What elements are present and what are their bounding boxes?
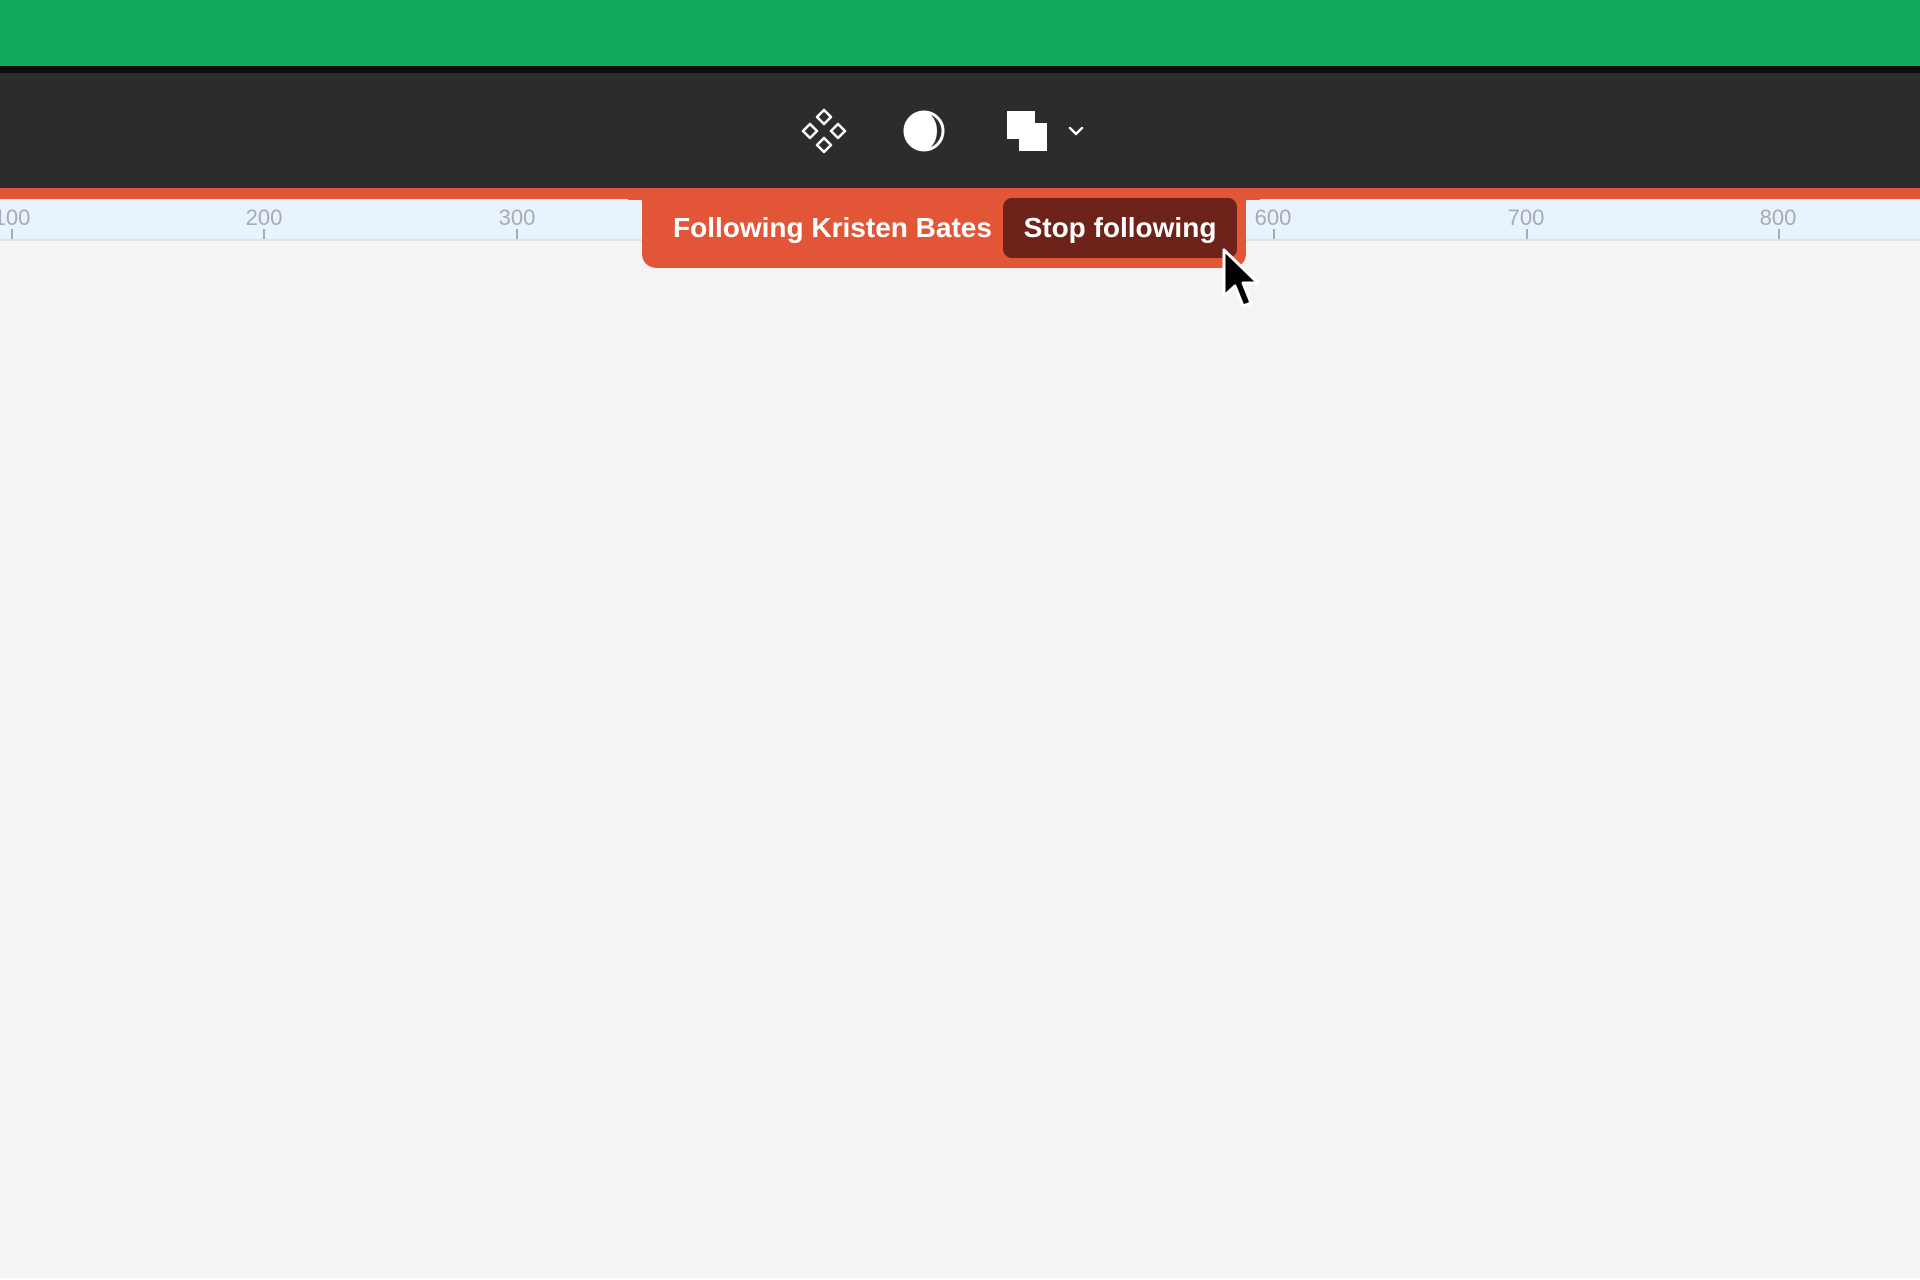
- ruler-label: 100: [0, 205, 31, 230]
- boolean-operations-button[interactable]: [996, 97, 1092, 165]
- ruler-label: 700: [1507, 205, 1545, 230]
- mouse-pointer-icon: [1222, 248, 1260, 308]
- ruler-tick: [516, 229, 518, 239]
- stop-following-button[interactable]: Stop following: [1003, 198, 1237, 258]
- contrast-button[interactable]: [890, 97, 958, 165]
- app-window: 100 200 300 600 700 800 Following Kriste…: [0, 0, 1920, 1280]
- following-user-label: Following Kristen Bates: [673, 212, 992, 243]
- chevron-down-icon: [1068, 126, 1084, 136]
- ruler-label: 800: [1759, 205, 1797, 230]
- canvas[interactable]: [0, 241, 1920, 1280]
- toolbar: [0, 73, 1920, 188]
- ruler-tick: [263, 229, 265, 239]
- ruler-label: 200: [245, 205, 283, 230]
- boolean-operations-icon: [1007, 111, 1047, 151]
- ruler-tick: [1778, 229, 1780, 239]
- ruler-label: 600: [1254, 205, 1292, 230]
- ruler-tick: [1526, 229, 1528, 239]
- components-button[interactable]: [790, 97, 858, 165]
- ruler-label: 300: [498, 205, 536, 230]
- ruler-tick: [1273, 229, 1275, 239]
- top-bar: [0, 0, 1920, 66]
- contrast-icon: [903, 110, 945, 152]
- components-icon: [801, 108, 847, 154]
- top-bar-divider: [0, 66, 1920, 73]
- ruler-tick: [11, 229, 13, 239]
